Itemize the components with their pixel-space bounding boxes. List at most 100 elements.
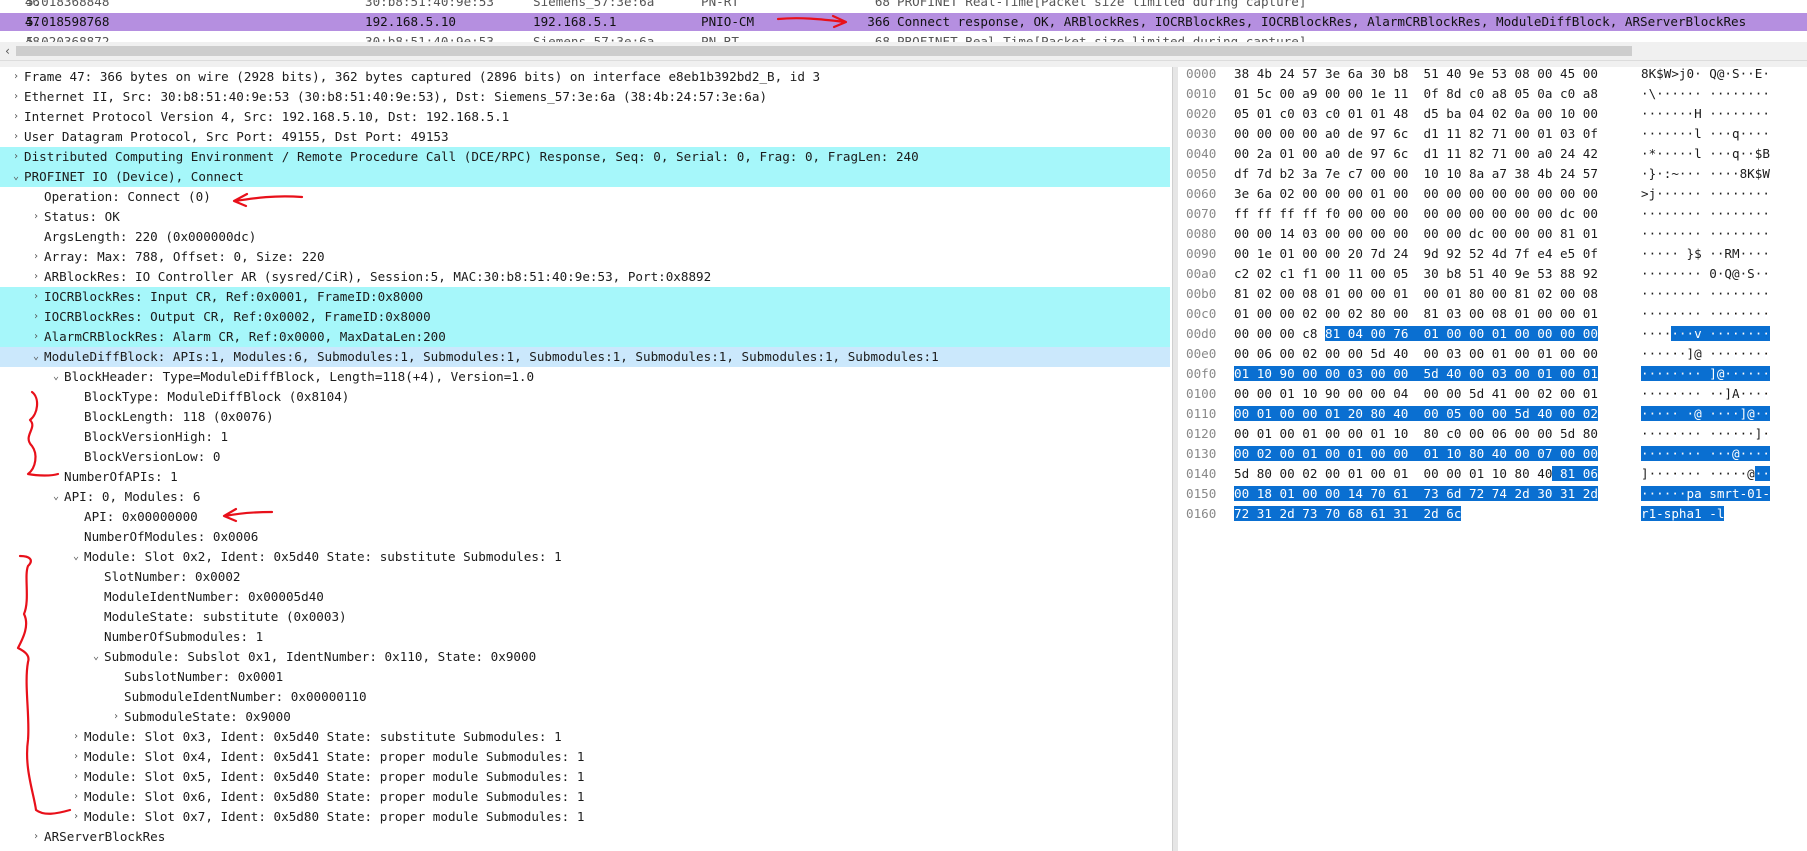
ascii-bytes[interactable]: ····· }$ ··RM···· (1641, 244, 1770, 264)
tree-item[interactable]: SlotNumber: 0x0002 (0, 567, 1170, 587)
tree-item[interactable]: › Array: Max: 788, Offset: 0, Size: 220 (0, 247, 1170, 267)
hex-bytes[interactable]: 72 31 2d 73 70 68 61 31 2d 6c (1234, 504, 1462, 524)
tree-item[interactable]: ⌄ Submodule: Subslot 0x1, IdentNumber: 0x… (0, 647, 1170, 667)
ascii-bytes[interactable]: r1-spha1 -l (1641, 504, 1725, 524)
ascii-bytes[interactable]: ········ ········ (1641, 204, 1770, 224)
ascii-bytes[interactable]: ·\······ ········ (1641, 84, 1770, 104)
chevron-right-icon[interactable]: › (30, 827, 42, 847)
ascii-bytes[interactable]: ········ ········ (1641, 224, 1770, 244)
ascii-bytes[interactable]: ······pa smrt-01- (1641, 484, 1770, 504)
chevron-right-icon[interactable]: › (30, 327, 42, 347)
chevron-right-icon[interactable]: › (30, 307, 42, 327)
tree-item[interactable]: NumberOfSubmodules: 1 (0, 627, 1170, 647)
chevron-down-icon[interactable]: ⌄ (70, 547, 82, 567)
tree-item[interactable]: › Ethernet II, Src: 30:b8:51:40:9e:53 (30… (0, 87, 1170, 107)
ascii-bytes[interactable]: ]······· ·····@·· (1641, 464, 1770, 484)
tree-item[interactable]: › ARBlockRes: IO Controller AR (sysred/Ci… (0, 267, 1170, 287)
tree-item[interactable]: SubmoduleIdentNumber: 0x00000110 (0, 687, 1170, 707)
chevron-down-icon[interactable]: ⌄ (90, 647, 102, 667)
chevron-down-icon[interactable]: ⌄ (50, 487, 62, 507)
hex-row[interactable]: 0040 00 2a 01 00 a0 de 97 6c d1 11 82 71 … (1178, 144, 1807, 164)
tree-item[interactable]: ⌄ API: 0, Modules: 6 (0, 487, 1170, 507)
chevron-down-icon[interactable]: ⌄ (30, 347, 42, 367)
ascii-bytes[interactable]: ····· ·@ ····]@·· (1641, 404, 1770, 424)
hex-bytes[interactable]: 3e 6a 02 00 00 00 01 00 00 00 00 00 00 0… (1234, 184, 1598, 204)
tree-item[interactable]: ArgsLength: 220 (0x000000dc) (0, 227, 1170, 247)
arrow-left-icon[interactable]: ‹ (4, 42, 11, 60)
chevron-right-icon[interactable]: › (70, 807, 82, 827)
tree-item[interactable]: NumberOfAPIs: 1 (0, 467, 1170, 487)
packet-bytes-pane[interactable]: 0000 38 4b 24 57 3e 6a 30 b8 51 40 9e 53 … (1178, 67, 1807, 851)
ascii-bytes[interactable]: ········ 0·Q@·S·· (1641, 264, 1770, 284)
hex-row[interactable]: 0010 01 5c 00 a9 00 00 1e 11 0f 8d c0 a8 … (1178, 84, 1807, 104)
tree-item[interactable]: › ARServerBlockRes (0, 827, 1170, 847)
hex-bytes[interactable]: 00 02 00 01 00 01 00 00 01 10 80 40 00 0… (1234, 444, 1598, 464)
hex-bytes[interactable]: 00 00 00 c8 81 04 00 76 01 00 00 01 00 0… (1234, 324, 1598, 344)
hex-bytes[interactable]: 00 01 00 00 01 20 80 40 00 05 00 00 5d 4… (1234, 404, 1598, 424)
ascii-bytes[interactable]: ········ ······]· (1641, 424, 1770, 444)
ascii-bytes[interactable]: ········ ]@······ (1641, 364, 1770, 384)
hex-bytes[interactable]: 00 00 14 03 00 00 00 00 00 00 dc 00 00 0… (1234, 224, 1598, 244)
hex-row[interactable]: 0130 00 02 00 01 00 01 00 00 01 10 80 40 … (1178, 444, 1807, 464)
hex-row[interactable]: 0140 5d 80 00 02 00 01 00 01 00 00 01 10 … (1178, 464, 1807, 484)
ascii-bytes[interactable]: ·······H ········ (1641, 104, 1770, 124)
ascii-bytes[interactable]: ······]@ ········ (1641, 344, 1770, 364)
ascii-bytes[interactable]: ·*·····l ···q··$B (1641, 144, 1770, 164)
hex-bytes[interactable]: 38 4b 24 57 3e 6a 30 b8 51 40 9e 53 08 0… (1234, 67, 1598, 84)
hex-bytes[interactable]: 00 2a 01 00 a0 de 97 6c d1 11 82 71 00 a… (1234, 144, 1598, 164)
chevron-right-icon[interactable]: › (70, 747, 82, 767)
hex-row[interactable]: 0080 00 00 14 03 00 00 00 00 00 00 dc 00 … (1178, 224, 1807, 244)
chevron-right-icon[interactable]: › (30, 267, 42, 287)
packet-row[interactable]: 48 5.020368872 30:b8:51:40:9e:53 Siemens_57… (0, 33, 1807, 42)
tree-item[interactable]: BlockVersionLow: 0 (0, 447, 1170, 467)
hex-bytes[interactable]: 05 01 c0 03 c0 01 01 48 d5 ba 04 02 0a 0… (1234, 104, 1598, 124)
hex-row[interactable]: 0150 00 18 01 00 00 14 70 61 73 6d 72 74 … (1178, 484, 1807, 504)
tree-item[interactable]: ModuleIdentNumber: 0x00005d40 (0, 587, 1170, 607)
hex-bytes[interactable]: 00 01 00 01 00 00 01 10 80 c0 00 06 00 0… (1234, 424, 1598, 444)
tree-item[interactable]: ⌄ BlockHeader: Type=ModuleDiffBlock, Leng… (0, 367, 1170, 387)
chevron-down-icon[interactable]: ⌄ (10, 167, 22, 187)
hex-bytes[interactable]: 00 18 01 00 00 14 70 61 73 6d 72 74 2d 3… (1234, 484, 1598, 504)
tree-item[interactable]: › Module: Slot 0x4, Ident: 0x5d41 State: … (0, 747, 1170, 767)
tree-item[interactable]: › Module: Slot 0x3, Ident: 0x5d40 State: … (0, 727, 1170, 747)
chevron-right-icon[interactable]: › (110, 707, 122, 727)
ascii-bytes[interactable]: ········ ···@···· (1641, 444, 1770, 464)
tree-item[interactable]: › User Datagram Protocol, Src Port: 49155… (0, 127, 1170, 147)
hex-bytes[interactable]: 00 06 00 02 00 00 5d 40 00 03 00 01 00 0… (1234, 344, 1598, 364)
chevron-right-icon[interactable]: › (30, 207, 42, 227)
hex-row[interactable]: 0120 00 01 00 01 00 00 01 10 80 c0 00 06 … (1178, 424, 1807, 444)
chevron-right-icon[interactable]: › (70, 787, 82, 807)
hex-row[interactable]: 00d0 00 00 00 c8 81 04 00 76 01 00 00 01 … (1178, 324, 1807, 344)
hex-bytes[interactable]: 00 00 01 10 90 00 00 04 00 00 5d 41 00 0… (1234, 384, 1598, 404)
hex-row[interactable]: 0100 00 00 01 10 90 00 00 04 00 00 5d 41 … (1178, 384, 1807, 404)
packet-row[interactable]: 46 5.018368848 30:b8:51:40:9e:53 Siemens_57… (0, 0, 1807, 11)
hex-row[interactable]: 0000 38 4b 24 57 3e 6a 30 b8 51 40 9e 53 … (1178, 67, 1807, 84)
chevron-right-icon[interactable]: › (10, 67, 22, 87)
ascii-bytes[interactable]: ·······l ···q···· (1641, 124, 1770, 144)
tree-item[interactable]: Operation: Connect (0) (0, 187, 1170, 207)
scrollbar-thumb[interactable] (16, 46, 1632, 56)
hex-bytes[interactable]: 81 02 00 08 01 00 00 01 00 01 80 00 81 0… (1234, 284, 1598, 304)
hex-bytes[interactable]: 01 10 90 00 00 03 00 00 5d 40 00 03 00 0… (1234, 364, 1598, 384)
chevron-right-icon[interactable]: › (30, 287, 42, 307)
hex-row[interactable]: 00a0 c2 02 c1 f1 00 11 00 05 30 b8 51 40 … (1178, 264, 1807, 284)
hex-row[interactable]: 00b0 81 02 00 08 01 00 00 01 00 01 80 00 … (1178, 284, 1807, 304)
hex-row[interactable]: 0070 ff ff ff ff f0 00 00 00 00 00 00 00 … (1178, 204, 1807, 224)
hex-row[interactable]: 00c0 01 00 00 02 00 02 80 00 81 03 00 08 … (1178, 304, 1807, 324)
ascii-bytes[interactable]: ·······v ········ (1641, 324, 1770, 344)
tree-item[interactable]: BlockLength: 118 (0x0076) (0, 407, 1170, 427)
hex-bytes[interactable]: c2 02 c1 f1 00 11 00 05 30 b8 51 40 9e 5… (1234, 264, 1598, 284)
ascii-bytes[interactable]: >j······ ········ (1641, 184, 1770, 204)
chevron-right-icon[interactable]: › (10, 147, 22, 167)
hex-row[interactable]: 0090 00 1e 01 00 00 20 7d 24 9d 92 52 4d … (1178, 244, 1807, 264)
tree-item[interactable]: › Module: Slot 0x7, Ident: 0x5d80 State: … (0, 807, 1170, 827)
ascii-bytes[interactable]: ·}·:~··· ····8K$W (1641, 164, 1770, 184)
tree-item[interactable]: › Module: Slot 0x6, Ident: 0x5d80 State: … (0, 787, 1170, 807)
ascii-bytes[interactable]: ········ ········ (1641, 304, 1770, 324)
tree-item[interactable]: › Internet Protocol Version 4, Src: 192.1… (0, 107, 1170, 127)
hex-row[interactable]: 0060 3e 6a 02 00 00 00 01 00 00 00 00 00 … (1178, 184, 1807, 204)
hex-row[interactable]: 00e0 00 06 00 02 00 00 5d 40 00 03 00 01 … (1178, 344, 1807, 364)
tree-item[interactable]: ⌄ PROFINET IO (Device), Connect (0, 167, 1170, 187)
hex-bytes[interactable]: 01 5c 00 a9 00 00 1e 11 0f 8d c0 a8 05 0… (1234, 84, 1598, 104)
hex-bytes[interactable]: 00 1e 01 00 00 20 7d 24 9d 92 52 4d 7f e… (1234, 244, 1598, 264)
